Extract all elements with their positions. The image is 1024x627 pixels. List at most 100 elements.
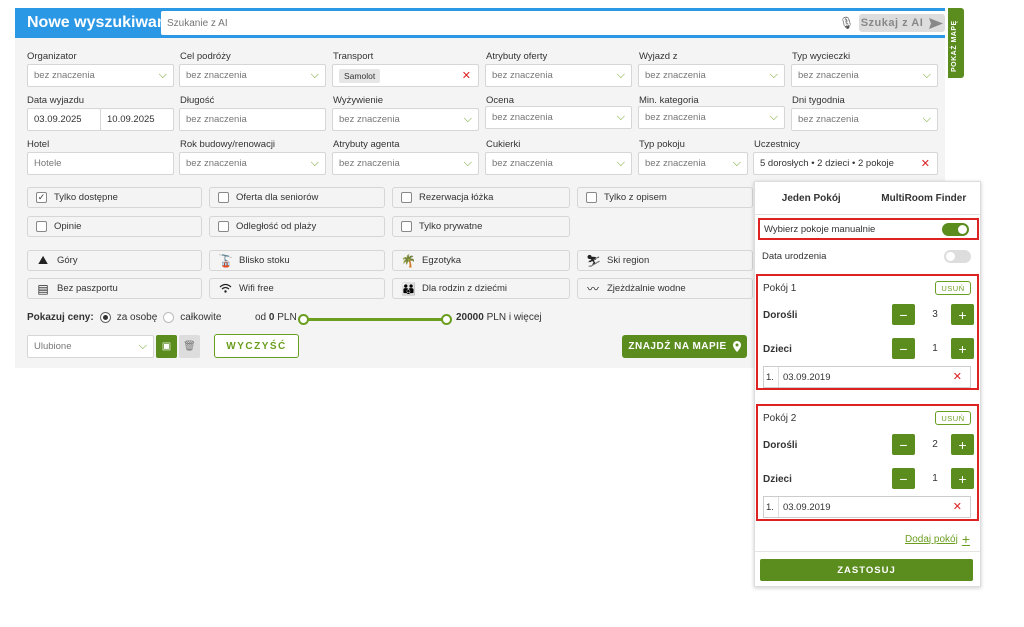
room-title: Pokój 1 [763, 283, 797, 294]
clear-button[interactable]: WYCZYŚĆ [214, 334, 299, 358]
board-select[interactable]: bez znaczenia ⌵ [332, 108, 479, 131]
price-from-currency: PLN [277, 312, 297, 323]
attr-exotic[interactable]: 🌴 Egzotyka [392, 250, 570, 271]
only-with-description-checkbox[interactable]: Tylko z opisem [577, 187, 753, 208]
bed-booking-checkbox[interactable]: Rezerwacja łóżka [392, 187, 570, 208]
transport-select[interactable]: Samolot ✕ [332, 64, 479, 87]
senior-offer-label: Oferta dla seniorów [236, 192, 319, 203]
save-favorite-button[interactable]: ▣ [156, 335, 177, 358]
build-year-select[interactable]: bez znaczenia ⌵ [179, 152, 326, 175]
remove-child-icon[interactable]: ✕ [953, 370, 962, 383]
adults-decrement-button[interactable]: − [892, 304, 915, 325]
remove-room-button[interactable]: USUŃ [935, 281, 971, 295]
trip-type-select[interactable]: bez znaczenia ⌵ [791, 64, 938, 87]
find-on-map-button[interactable]: ZNAJDŹ NA MAPIE [622, 335, 747, 358]
length-label: Długość [180, 95, 215, 106]
attr-wifi-free[interactable]: Wifi free [209, 278, 385, 299]
adults-increment-button[interactable]: + [951, 304, 974, 325]
trip-type-label: Typ wycieczki [792, 51, 851, 62]
child-birthdate-field[interactable]: 1. 03.09.2019 ✕ [763, 366, 971, 388]
total-radio[interactable] [163, 312, 175, 323]
reviews-checkbox[interactable]: Opinie [27, 216, 202, 237]
date-to-input[interactable]: 10.09.2025 [100, 108, 174, 131]
ai-search-button[interactable]: Szukaj z AI [859, 14, 945, 32]
attr-waterslides-label: Zjeżdżalnie wodne [607, 283, 686, 294]
attr-family[interactable]: 👪 Dla rodzin z dziećmi [392, 278, 570, 299]
room-type-label: Typ pokoju [639, 139, 685, 150]
children-increment-button[interactable]: + [951, 468, 974, 489]
chevron-down-icon: ⌵ [769, 111, 778, 123]
children-increment-button[interactable]: + [951, 338, 974, 359]
beach-distance-label: Odległość od plaży [236, 221, 317, 232]
manual-rooms-toggle[interactable] [942, 223, 969, 236]
attr-near-slope[interactable]: 🚡 Blisko stoku [209, 250, 385, 271]
floppy-icon: ▣ [161, 341, 172, 352]
only-available-checkbox[interactable]: ✓ Tylko dostępne [27, 187, 202, 208]
checkbox-icon [401, 192, 412, 203]
departure-from-select[interactable]: bez znaczenia ⌵ [638, 64, 785, 87]
children-label: Dzieci [763, 344, 792, 355]
attr-no-passport[interactable]: ▤ Bez paszportu [27, 278, 202, 299]
attr-mountains[interactable]: ⛰ Góry [27, 250, 202, 271]
organizer-select[interactable]: bez znaczenia ⌵ [27, 64, 174, 87]
treats-select[interactable]: bez znaczenia ⌵ [485, 152, 632, 175]
beach-distance-checkbox[interactable]: Odległość od plaży [209, 216, 385, 237]
clear-participants-icon[interactable]: ✕ [921, 157, 930, 170]
weekdays-select[interactable]: bez znaczenia ⌵ [791, 108, 938, 131]
waterslide-icon: 〰 [586, 282, 599, 296]
trash-icon: 🗑 [183, 341, 196, 352]
weekdays-value: bez znaczenia [798, 114, 859, 125]
date-from-input[interactable]: 03.09.2025 [27, 108, 101, 131]
participants-input[interactable]: 5 dorosłych • 2 dzieci • 2 pokoje ✕ [753, 152, 938, 175]
remove-child-icon[interactable]: ✕ [953, 500, 962, 513]
room-type-value: bez znaczenia [645, 158, 706, 169]
tab-multiroom-finder[interactable]: MultiRoom Finder [868, 182, 981, 214]
skier-icon: ⛷ [586, 253, 602, 268]
child-index: 1. [766, 371, 774, 383]
microphone-icon[interactable]: 🎙 [839, 16, 854, 30]
weekdays-label: Dni tygodnia [792, 95, 845, 106]
attr-waterslides[interactable]: 〰 Zjeżdżalnie wodne [577, 278, 753, 299]
tab-single-room[interactable]: Jeden Pokój [755, 182, 868, 214]
offer-attributes-select[interactable]: bez znaczenia ⌵ [485, 64, 632, 87]
length-input[interactable]: bez znaczenia [179, 108, 326, 131]
attr-near-slope-label: Blisko stoku [239, 255, 290, 266]
attr-family-label: Dla rodzin z dziećmi [422, 283, 507, 294]
add-room-link[interactable]: Dodaj pokój + [905, 531, 970, 547]
attr-ski-region[interactable]: ⛷ Ski region [577, 250, 753, 271]
senior-offer-checkbox[interactable]: Oferta dla seniorów [209, 187, 385, 208]
apply-button[interactable]: ZASTOSUJ [760, 559, 973, 581]
child-birthdate-field[interactable]: 1. 03.09.2019 ✕ [763, 496, 971, 518]
price-max-handle[interactable] [441, 314, 452, 325]
build-year-label: Rok budowy/renowacji [180, 139, 276, 150]
only-private-label: Tylko prywatne [419, 221, 483, 232]
remove-room-button[interactable]: USUŃ [935, 411, 971, 425]
room-type-select[interactable]: bez znaczenia ⌵ [638, 152, 748, 175]
clear-transport-icon[interactable]: ✕ [462, 69, 471, 82]
adults-increment-button[interactable]: + [951, 434, 974, 455]
price-min-handle[interactable] [298, 314, 309, 325]
destination-select[interactable]: bez znaczenia ⌵ [179, 64, 326, 87]
show-map-tab[interactable]: POKAŻ MAPĘ [948, 8, 964, 78]
min-category-select[interactable]: bez znaczenia ⌵ [638, 106, 785, 129]
search-header: Nowe wyszukiwanie 🎙 Szukaj z AI [15, 8, 951, 38]
birthdate-toggle[interactable] [944, 250, 971, 263]
delete-favorite-button[interactable]: 🗑 [179, 335, 200, 358]
children-decrement-button[interactable]: − [892, 338, 915, 359]
page-title: Nowe wyszukiwanie [27, 14, 180, 31]
hotel-input[interactable]: Hotele [27, 152, 174, 175]
only-private-checkbox[interactable]: Tylko prywatne [392, 216, 570, 237]
favorites-value: Ulubione [34, 341, 72, 352]
agent-attributes-select[interactable]: bez znaczenia ⌵ [332, 152, 479, 175]
children-decrement-button[interactable]: − [892, 468, 915, 489]
adults-decrement-button[interactable]: − [892, 434, 915, 455]
ai-search-input[interactable] [161, 17, 839, 29]
adults-count: 3 [932, 309, 938, 320]
transport-tag[interactable]: Samolot [339, 68, 381, 83]
send-icon [929, 17, 944, 29]
map-pin-icon [732, 341, 741, 352]
per-person-radio[interactable] [99, 312, 111, 323]
rating-select[interactable]: bez znaczenia ⌵ [485, 106, 632, 129]
favorites-select[interactable]: Ulubione ⌵ [27, 335, 154, 358]
total-label: całkowite [180, 312, 222, 323]
